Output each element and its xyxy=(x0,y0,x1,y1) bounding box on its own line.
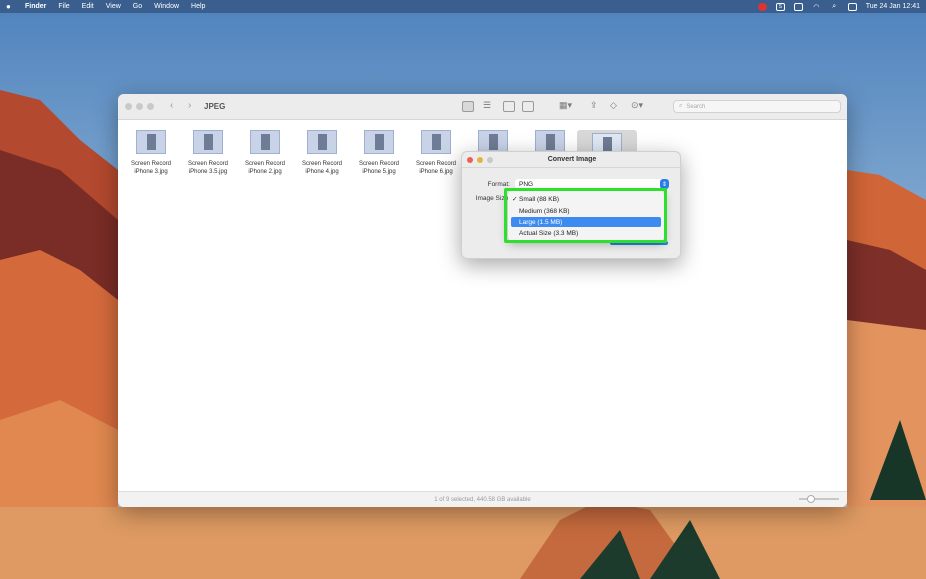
icon-size-slider[interactable] xyxy=(799,495,839,503)
menu-go[interactable]: Go xyxy=(133,3,142,10)
list-view-icon[interactable]: ☰ xyxy=(483,100,491,111)
finder-toolbar: ‹ › JPEG ☰ ▦▾ ⇪ ◇ ⊙▾ ⌕ Search xyxy=(118,94,847,120)
file-item[interactable]: Screen Record iPhone 2.jpg xyxy=(235,130,295,176)
minimize-button[interactable] xyxy=(136,103,143,110)
file-thumbnail xyxy=(136,130,166,154)
window-title: JPEG xyxy=(204,102,226,111)
file-name: Screen Record iPhone 3.jpg xyxy=(130,161,172,175)
spotlight-search-icon[interactable]: ⌕ xyxy=(830,3,839,11)
status-area: S ◠ ⌕ Tue 24 Jan 12:41 xyxy=(757,2,920,11)
column-view-icon[interactable] xyxy=(503,101,515,112)
control-center-icon[interactable] xyxy=(847,2,857,11)
more-actions-icon[interactable]: ⊙▾ xyxy=(631,100,643,111)
creative-cloud-icon[interactable] xyxy=(757,2,767,11)
back-icon[interactable]: ‹ xyxy=(170,100,173,111)
forward-icon[interactable]: › xyxy=(188,100,191,111)
search-field[interactable]: ⌕ Search xyxy=(673,100,841,113)
file-name: Screen Record iPhone 5.jpg xyxy=(358,161,400,175)
menu-bar: ● Finder File Edit View Go Window Help S… xyxy=(0,0,926,13)
battery-icon[interactable] xyxy=(793,2,803,11)
scrivener-icon[interactable]: S xyxy=(775,2,785,11)
tag-icon[interactable]: ◇ xyxy=(610,100,617,111)
menu-edit[interactable]: Edit xyxy=(82,3,94,10)
file-item[interactable]: Screen Record iPhone 3.5.jpg xyxy=(178,130,238,176)
file-thumbnail xyxy=(421,130,451,154)
status-bar: 1 of 9 selected, 440.58 GB available xyxy=(118,491,847,507)
menu-app-finder[interactable]: Finder xyxy=(25,3,46,10)
menubar-clock[interactable]: Tue 24 Jan 12:41 xyxy=(866,3,920,10)
file-name: Screen Record iPhone 4.jpg xyxy=(301,161,343,175)
menu-view[interactable]: View xyxy=(106,3,121,10)
search-placeholder: Search xyxy=(686,103,706,110)
share-icon[interactable]: ⇪ xyxy=(590,100,598,111)
apple-menu-icon[interactable]: ● xyxy=(6,2,15,11)
dialog-title: Convert Image xyxy=(547,156,597,163)
divider xyxy=(462,167,682,168)
file-name: Screen Record iPhone 3.5.jpg xyxy=(187,161,229,175)
format-value: PNG xyxy=(519,180,534,188)
file-item[interactable]: Screen Record iPhone 4.jpg xyxy=(292,130,352,176)
format-label: Format: xyxy=(487,181,510,188)
menu-window[interactable]: Window xyxy=(154,3,179,10)
menu-help[interactable]: Help xyxy=(191,3,205,10)
file-name: Screen Record iPhone 2.jpg xyxy=(244,161,286,175)
file-thumbnail xyxy=(364,130,394,154)
status-text: 1 of 9 selected, 440.58 GB available xyxy=(434,496,531,503)
menu-file[interactable]: File xyxy=(58,3,69,10)
highlight-annotation-box xyxy=(504,188,667,243)
file-name: Screen Record iPhone 6.jpg xyxy=(415,161,457,175)
zoom-button[interactable] xyxy=(147,103,154,110)
slider-knob[interactable] xyxy=(807,495,815,503)
file-item[interactable]: Screen Record iPhone 3.jpg xyxy=(121,130,181,176)
file-thumbnail xyxy=(250,130,280,154)
group-by-icon[interactable]: ▦▾ xyxy=(559,100,572,111)
gallery-view-icon[interactable] xyxy=(522,101,534,112)
wifi-icon[interactable]: ◠ xyxy=(812,3,821,11)
file-item[interactable]: Screen Record iPhone 5.jpg xyxy=(349,130,409,176)
icon-view-icon[interactable] xyxy=(462,101,474,112)
file-thumbnail xyxy=(307,130,337,154)
window-controls xyxy=(125,103,154,110)
file-item[interactable]: Screen Record iPhone 6.jpg xyxy=(406,130,466,176)
close-button[interactable] xyxy=(125,103,132,110)
file-thumbnail xyxy=(193,130,223,154)
search-icon: ⌕ xyxy=(679,103,683,109)
